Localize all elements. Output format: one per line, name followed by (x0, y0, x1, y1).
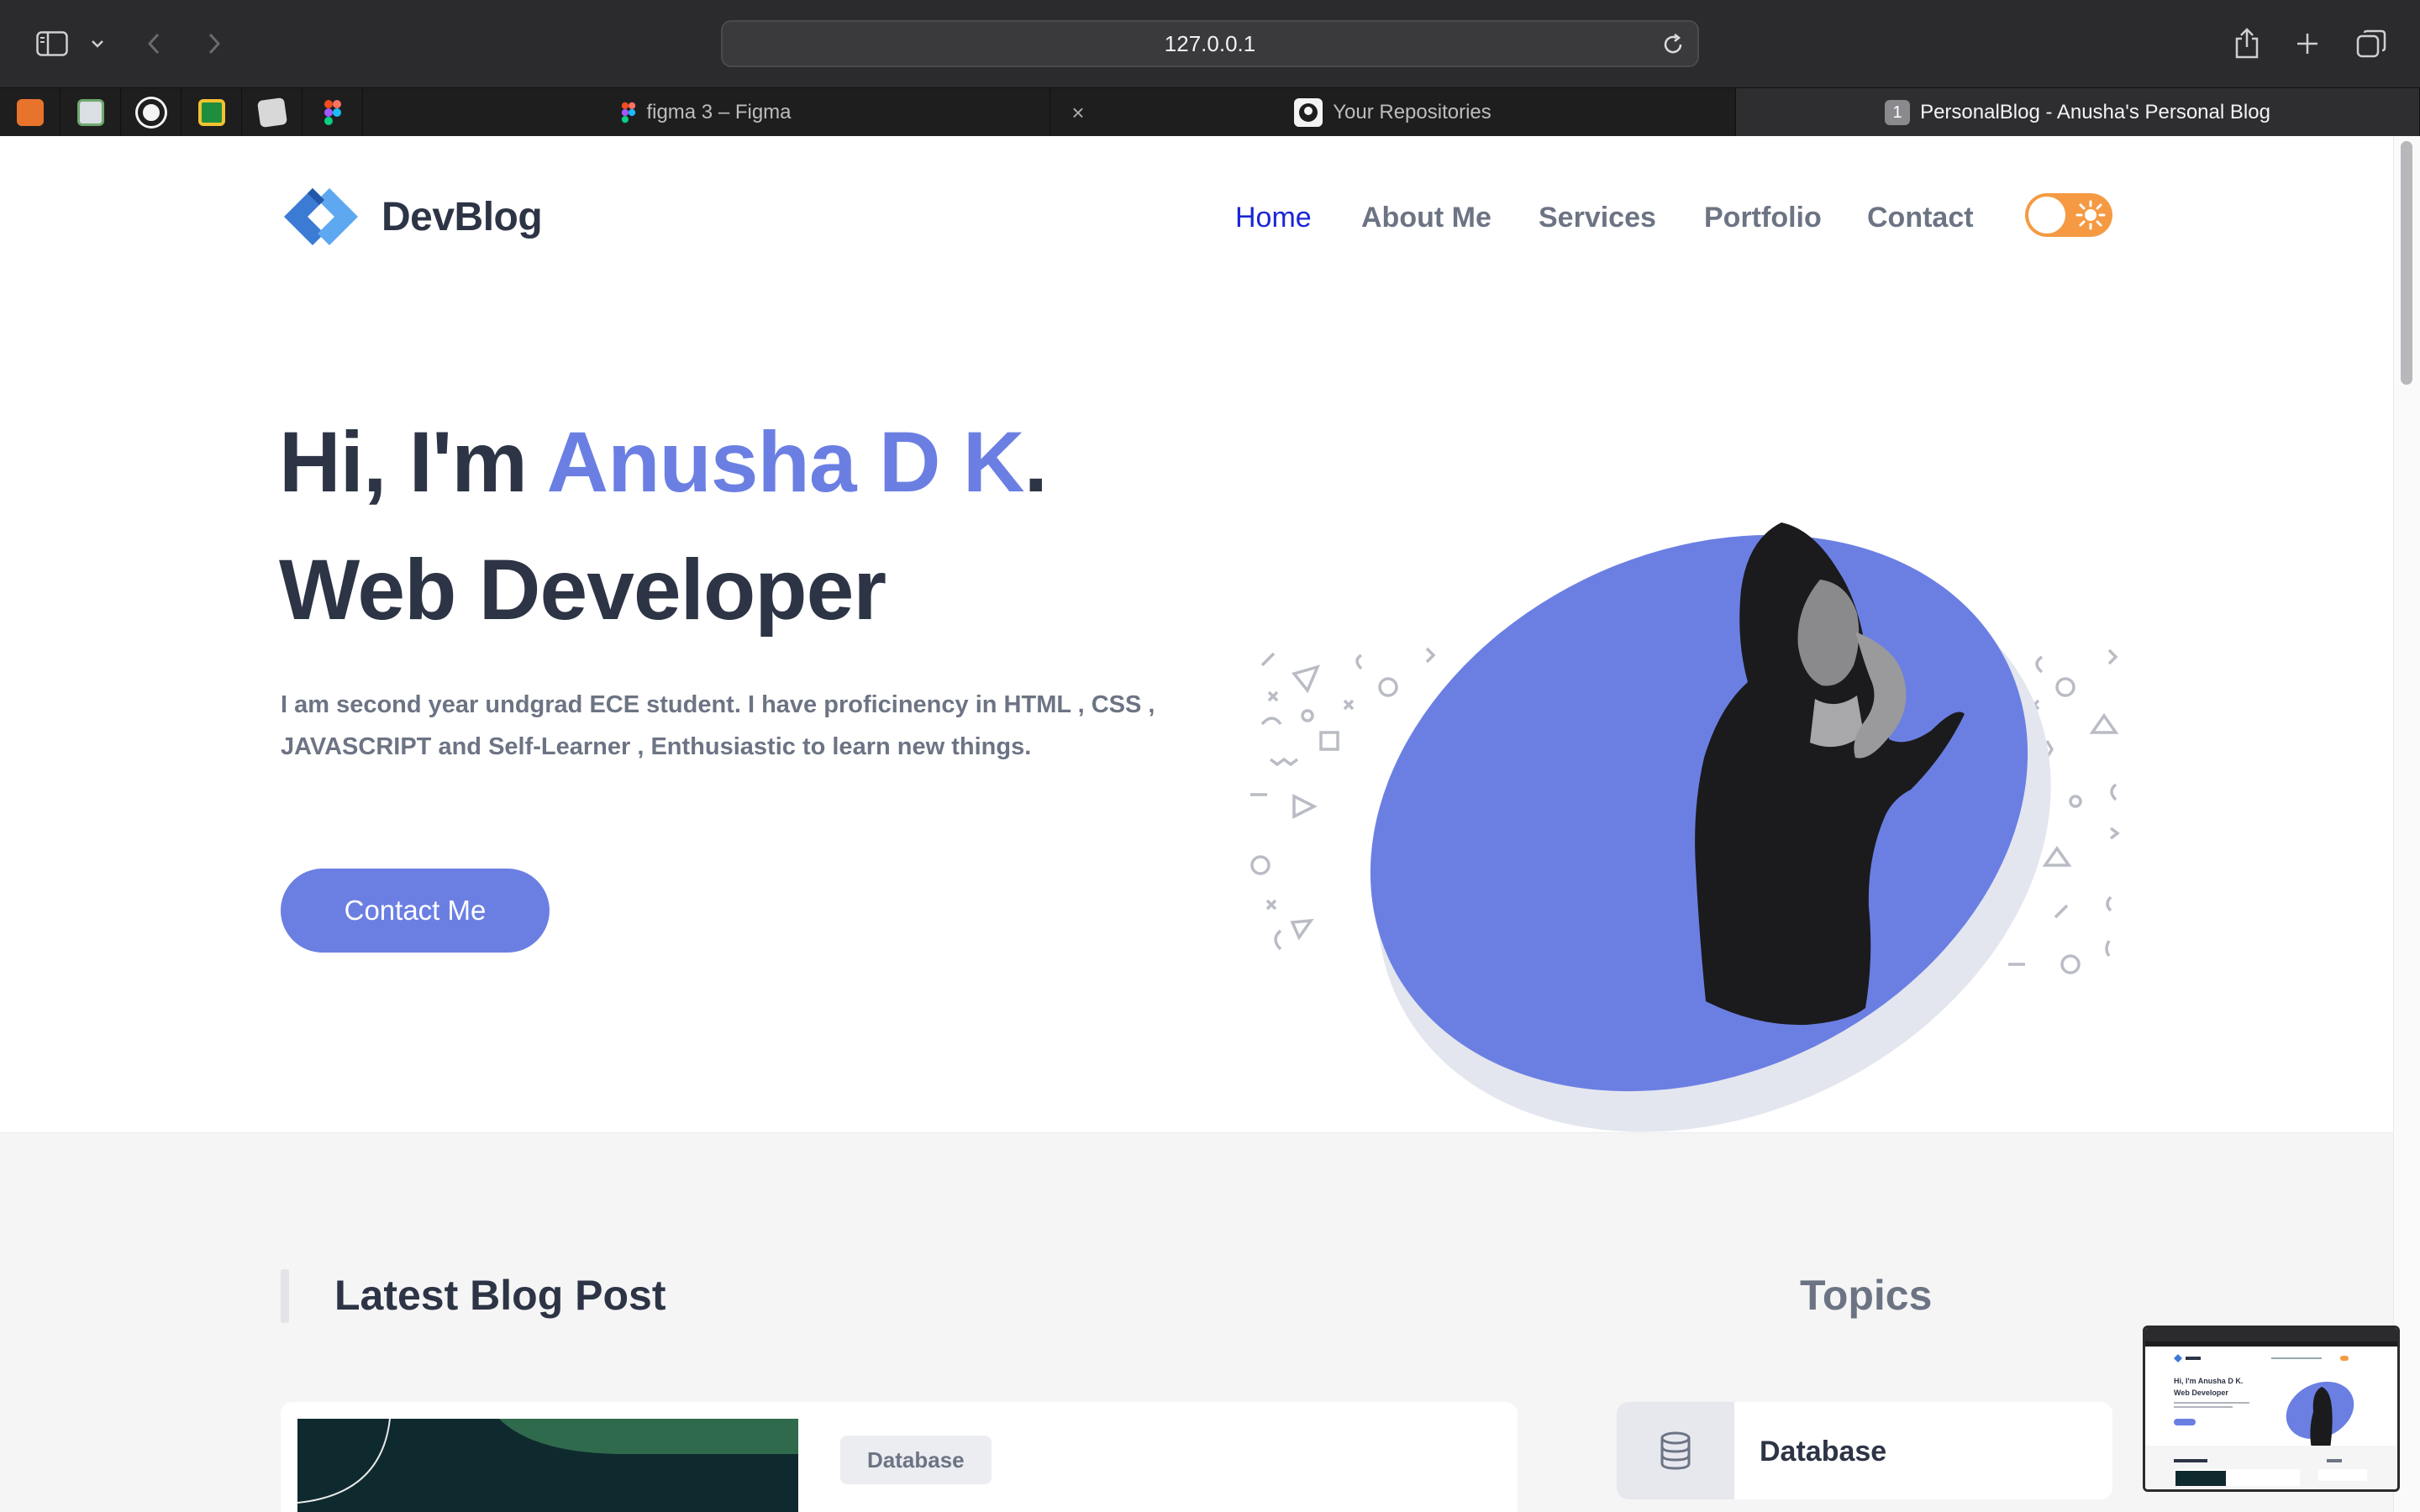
devblog-logo-icon (284, 188, 358, 245)
pinned-tab[interactable] (302, 88, 363, 137)
app-icon (16, 99, 44, 126)
nav-about-me[interactable]: About Me (1361, 202, 1491, 234)
logo-text: DevBlog (381, 194, 543, 239)
theme-toggle[interactable] (2025, 193, 2112, 237)
notes-icon (256, 97, 287, 129)
github-icon (1294, 98, 1323, 127)
nav-services[interactable]: Services (1539, 202, 1656, 234)
tab-figma[interactable]: figma 3 – Figma (363, 88, 1050, 137)
screenshot-thumbnail[interactable]: Hi, I'm Anusha D K. Web Developer (2143, 1326, 2400, 1492)
figma-icon (324, 100, 341, 125)
toggle-knob (2028, 197, 2065, 234)
tab-label: PersonalBlog - Anusha's Personal Blog (1920, 101, 2270, 123)
pinned-tab[interactable] (60, 88, 121, 137)
leetcode-icon (76, 99, 104, 126)
nav-home[interactable]: Home (1235, 202, 1312, 234)
back-icon[interactable] (141, 25, 166, 62)
tab-repositories[interactable]: × Your Repositories (1050, 88, 1736, 137)
chevron-down-icon[interactable] (87, 25, 108, 62)
topic-item-database[interactable]: Database (1617, 1402, 2112, 1499)
tab-label: Your Repositories (1333, 101, 1491, 123)
tab-personal-blog[interactable]: 1 PersonalBlog - Anusha's Personal Blog (1736, 88, 2420, 137)
post-tag[interactable]: Database (840, 1436, 992, 1484)
blog-post-card[interactable]: Database (281, 1402, 1518, 1512)
sun-icon (2075, 200, 2106, 230)
share-icon[interactable] (2232, 25, 2262, 62)
browser-toolbar: 127.0.0.1 (0, 0, 2420, 87)
preview-role: Web Developer (2174, 1389, 2228, 1397)
heading-accent-bar (281, 1269, 289, 1323)
hero-greeting: Hi, I'm Anusha D K. (279, 413, 1048, 512)
sidebar-toggle-icon[interactable] (34, 25, 71, 62)
tab-strip: figma 3 – Figma × Your Repositories 1 Pe… (0, 87, 2420, 137)
topics-heading: Topics (1800, 1272, 1933, 1319)
reload-icon[interactable] (1660, 32, 1686, 57)
hero-description: I am second year undgrad ECE student. I … (281, 691, 1155, 760)
tab-overview-icon[interactable] (2354, 25, 2388, 62)
pinned-tab[interactable] (182, 88, 242, 137)
web-page: DevBlog Home About Me Services Portfolio… (0, 136, 2393, 1512)
preview-greeting: Hi, I'm Anusha D K. (2174, 1377, 2243, 1385)
url-text: 127.0.0.1 (1164, 30, 1256, 56)
tab-label: figma 3 – Figma (646, 101, 792, 123)
hero-role: Web Developer (279, 542, 886, 638)
hero-name: Anusha D K (546, 414, 1025, 510)
new-tab-icon[interactable] (2292, 25, 2323, 62)
github-icon (137, 99, 165, 126)
latest-blog-post-heading: Latest Blog Post (334, 1272, 666, 1319)
pinned-tab[interactable] (242, 88, 302, 137)
greeting-prefix: Hi, I'm (279, 414, 528, 510)
nav-contact[interactable]: Contact (1867, 202, 1974, 234)
post-thumbnail (297, 1419, 798, 1512)
site-logo[interactable]: DevBlog (279, 181, 543, 252)
nav-portfolio[interactable]: Portfolio (1704, 202, 1822, 234)
contact-me-button[interactable]: Contact Me (281, 869, 550, 953)
pinned-tab[interactable] (121, 88, 182, 137)
page-scrollbar[interactable] (2393, 136, 2420, 1512)
figma-icon (622, 102, 636, 123)
scrollbar-thumb[interactable] (2401, 141, 2412, 385)
greeting-suffix: . (1023, 414, 1048, 510)
blog-section: Latest Blog Post Topics Database Databas… (0, 1132, 2393, 1512)
classroom-icon (197, 99, 225, 126)
hero-illustration (1250, 522, 2120, 1132)
address-bar[interactable]: 127.0.0.1 (721, 20, 1699, 67)
topic-label: Database (1760, 1436, 1887, 1467)
close-icon[interactable]: × (1065, 100, 1091, 125)
database-icon (1617, 1402, 1734, 1499)
pinned-tab[interactable] (0, 88, 60, 137)
tab-badge: 1 (1885, 100, 1911, 125)
forward-icon[interactable] (202, 25, 227, 62)
